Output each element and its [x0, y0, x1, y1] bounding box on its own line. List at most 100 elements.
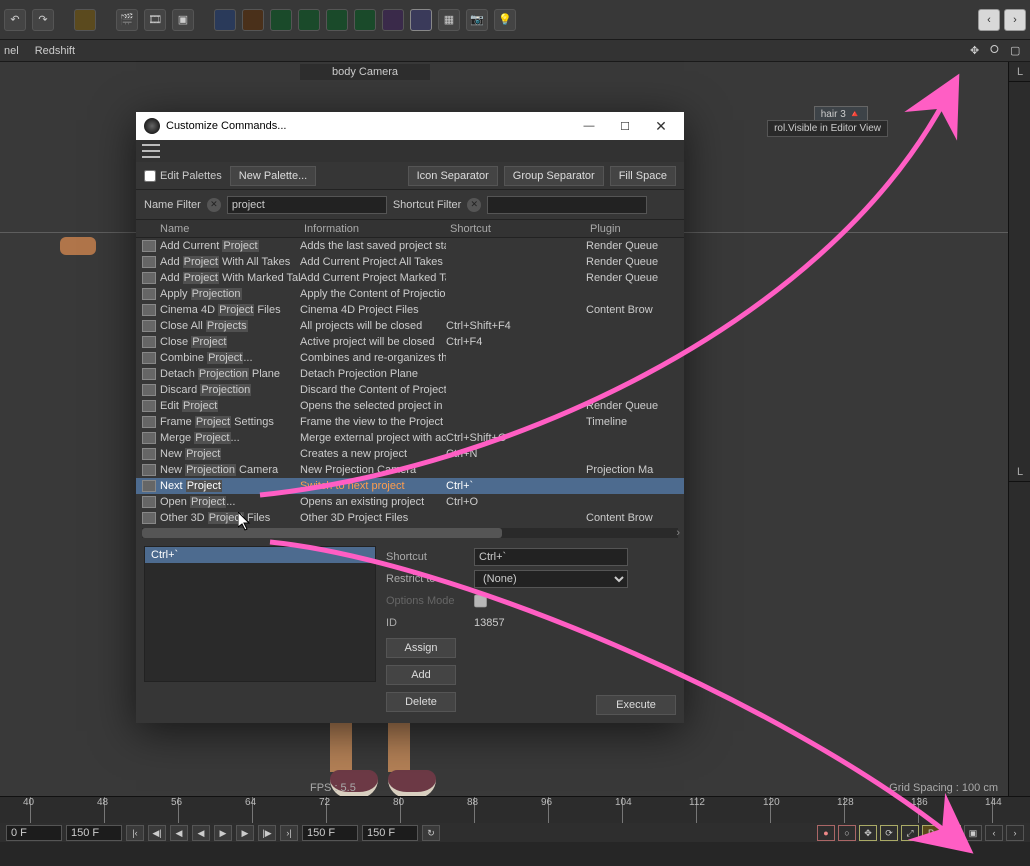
group-separator-button[interactable]: Group Separator [504, 166, 604, 186]
shortcut-filter-input[interactable] [487, 196, 647, 214]
key-pos-icon[interactable]: ✥ [859, 825, 877, 841]
field-icon[interactable] [410, 9, 432, 31]
ruler-tick: 136 [918, 797, 919, 823]
close-button[interactable]: ✕ [646, 116, 676, 136]
camera-icon[interactable]: 📷 [466, 9, 488, 31]
take-icon[interactable]: 🎬 [116, 9, 138, 31]
nav-left-icon[interactable]: ‹ [985, 825, 1003, 841]
viewport-camera-label[interactable]: body Camera [300, 64, 430, 80]
table-row[interactable]: Merge Project...Merge external project w… [136, 430, 684, 446]
table-row[interactable]: Edit ProjectOpens the selected project i… [136, 398, 684, 414]
assign-button[interactable]: Assign [386, 638, 456, 658]
lock-icon[interactable]: ⭘ [990, 44, 1004, 58]
tab-redshift[interactable]: Redshift [35, 45, 75, 57]
frame-current-field[interactable] [302, 825, 358, 841]
table-scrollbar[interactable]: › [142, 528, 678, 538]
pen-icon[interactable] [242, 9, 264, 31]
table-row[interactable]: Apply ProjectionApply the Content of Pro… [136, 286, 684, 302]
goto-end-button[interactable]: ›| [280, 825, 298, 841]
rail-tab-1[interactable]: L [1009, 62, 1030, 82]
new-palette-button[interactable]: New Palette... [230, 166, 316, 186]
clear-shortcut-filter-icon[interactable]: ✕ [467, 198, 481, 212]
table-row[interactable]: Add Project With Marked TakesAdd Current… [136, 270, 684, 286]
shortcut-item[interactable]: Ctrl+` [145, 547, 375, 563]
assigned-shortcuts-list[interactable]: Ctrl+` [144, 546, 376, 682]
goto-start-button[interactable]: |‹ [126, 825, 144, 841]
icon-separator-button[interactable]: Icon Separator [408, 166, 498, 186]
maximize-button[interactable]: ☐ [610, 116, 640, 136]
prev-frame-button[interactable]: ◀ [170, 825, 188, 841]
table-row[interactable]: Next ProjectSwitch to next projectCtrl+` [136, 478, 684, 494]
shortcut-filter-label: Shortcut Filter [393, 199, 461, 211]
redo-icon[interactable]: ↷ [32, 9, 54, 31]
table-row[interactable]: Add Project With All TakesAdd Current Pr… [136, 254, 684, 270]
timeline-ruler[interactable]: 4048566472808896104112120128136144 [0, 797, 1030, 823]
add-button[interactable]: Add [386, 665, 456, 685]
key-scale-icon[interactable]: ⤢ [901, 825, 919, 841]
next-frame-button[interactable]: ▶ [236, 825, 254, 841]
grid-icon[interactable]: ▦ [438, 9, 460, 31]
scrollbar-thumb[interactable] [142, 528, 502, 538]
execute-button[interactable]: Execute [596, 695, 676, 715]
boole-icon[interactable] [354, 9, 376, 31]
table-row[interactable]: New Projection CameraNew Projection Came… [136, 462, 684, 478]
tab-channel[interactable]: nel [4, 45, 19, 57]
table-row[interactable]: Open Project...Opens an existing project… [136, 494, 684, 510]
th-plugin[interactable]: Plugin [590, 223, 684, 235]
clear-name-filter-icon[interactable]: ✕ [207, 198, 221, 212]
deformer-icon[interactable] [382, 9, 404, 31]
nav-right-icon[interactable]: › [1006, 825, 1024, 841]
key-pla-icon[interactable]: ◧ [943, 825, 961, 841]
scroll-right-icon[interactable]: › [676, 527, 680, 538]
rail-tab-2[interactable]: L [1009, 462, 1030, 482]
table-row[interactable]: Add Current ProjectAdds the last saved p… [136, 238, 684, 254]
table-row[interactable]: Close ProjectActive project will be clos… [136, 334, 684, 350]
hamburger-icon[interactable] [142, 144, 160, 158]
name-filter-input[interactable] [227, 196, 387, 214]
prev-key-button[interactable]: ◀| [148, 825, 166, 841]
play-button[interactable]: ▶ [214, 825, 232, 841]
generator-icon[interactable] [298, 9, 320, 31]
undo-icon[interactable]: ↶ [4, 9, 26, 31]
dialog-titlebar[interactable]: Customize Commands... — ☐ ✕ [136, 112, 684, 140]
shortcut-input[interactable] [474, 548, 628, 566]
table-row[interactable]: Other 3D Project FilesOther 3D Project F… [136, 510, 684, 526]
key-sel-icon[interactable]: ▣ [964, 825, 982, 841]
th-info[interactable]: Information [304, 223, 450, 235]
restrict-select[interactable]: (None) [474, 570, 628, 588]
table-row[interactable]: New ProjectCreates a new projectCtrl+N [136, 446, 684, 462]
table-row[interactable]: Cinema 4D Project FilesCinema 4D Project… [136, 302, 684, 318]
move-icon[interactable]: ✥ [970, 44, 984, 58]
th-name[interactable]: Name [160, 223, 304, 235]
edit-palettes-checkbox[interactable]: Edit Palettes [144, 170, 222, 182]
next-key-button[interactable]: |▶ [258, 825, 276, 841]
record-key-icon[interactable]: ● [817, 825, 835, 841]
minimize-button[interactable]: — [574, 116, 604, 136]
cube-orange-icon[interactable] [74, 9, 96, 31]
key-rot-icon[interactable]: ⟳ [880, 825, 898, 841]
frame-start-field[interactable] [6, 825, 62, 841]
max-icon[interactable]: ▢ [1010, 44, 1024, 58]
loop-button[interactable]: ↻ [422, 825, 440, 841]
table-row[interactable]: Frame Project SettingsFrame the view to … [136, 414, 684, 430]
autokey-icon[interactable]: ○ [838, 825, 856, 841]
nav-next-button[interactable]: › [1004, 9, 1026, 31]
subdiv-icon[interactable] [326, 9, 348, 31]
table-row[interactable]: Close All ProjectsAll projects will be c… [136, 318, 684, 334]
light-icon[interactable]: 💡 [494, 9, 516, 31]
th-shortcut[interactable]: Shortcut [450, 223, 590, 235]
frame-end-field[interactable] [362, 825, 418, 841]
table-row[interactable]: Combine Project...Combines and re-organi… [136, 350, 684, 366]
film-icon[interactable]: 🎞 [144, 9, 166, 31]
nav-prev-button[interactable]: ‹ [978, 9, 1000, 31]
render-icon[interactable]: ▣ [172, 9, 194, 31]
frame-range-field[interactable] [66, 825, 122, 841]
key-param-icon[interactable]: P [922, 825, 940, 841]
cube-blue-icon[interactable] [214, 9, 236, 31]
fill-space-button[interactable]: Fill Space [610, 166, 676, 186]
table-row[interactable]: Discard ProjectionDiscard the Content of… [136, 382, 684, 398]
spline-icon[interactable] [270, 9, 292, 31]
table-row[interactable]: Detach Projection PlaneDetach Projection… [136, 366, 684, 382]
play-back-button[interactable]: ◀ [192, 825, 210, 841]
delete-button[interactable]: Delete [386, 692, 456, 712]
